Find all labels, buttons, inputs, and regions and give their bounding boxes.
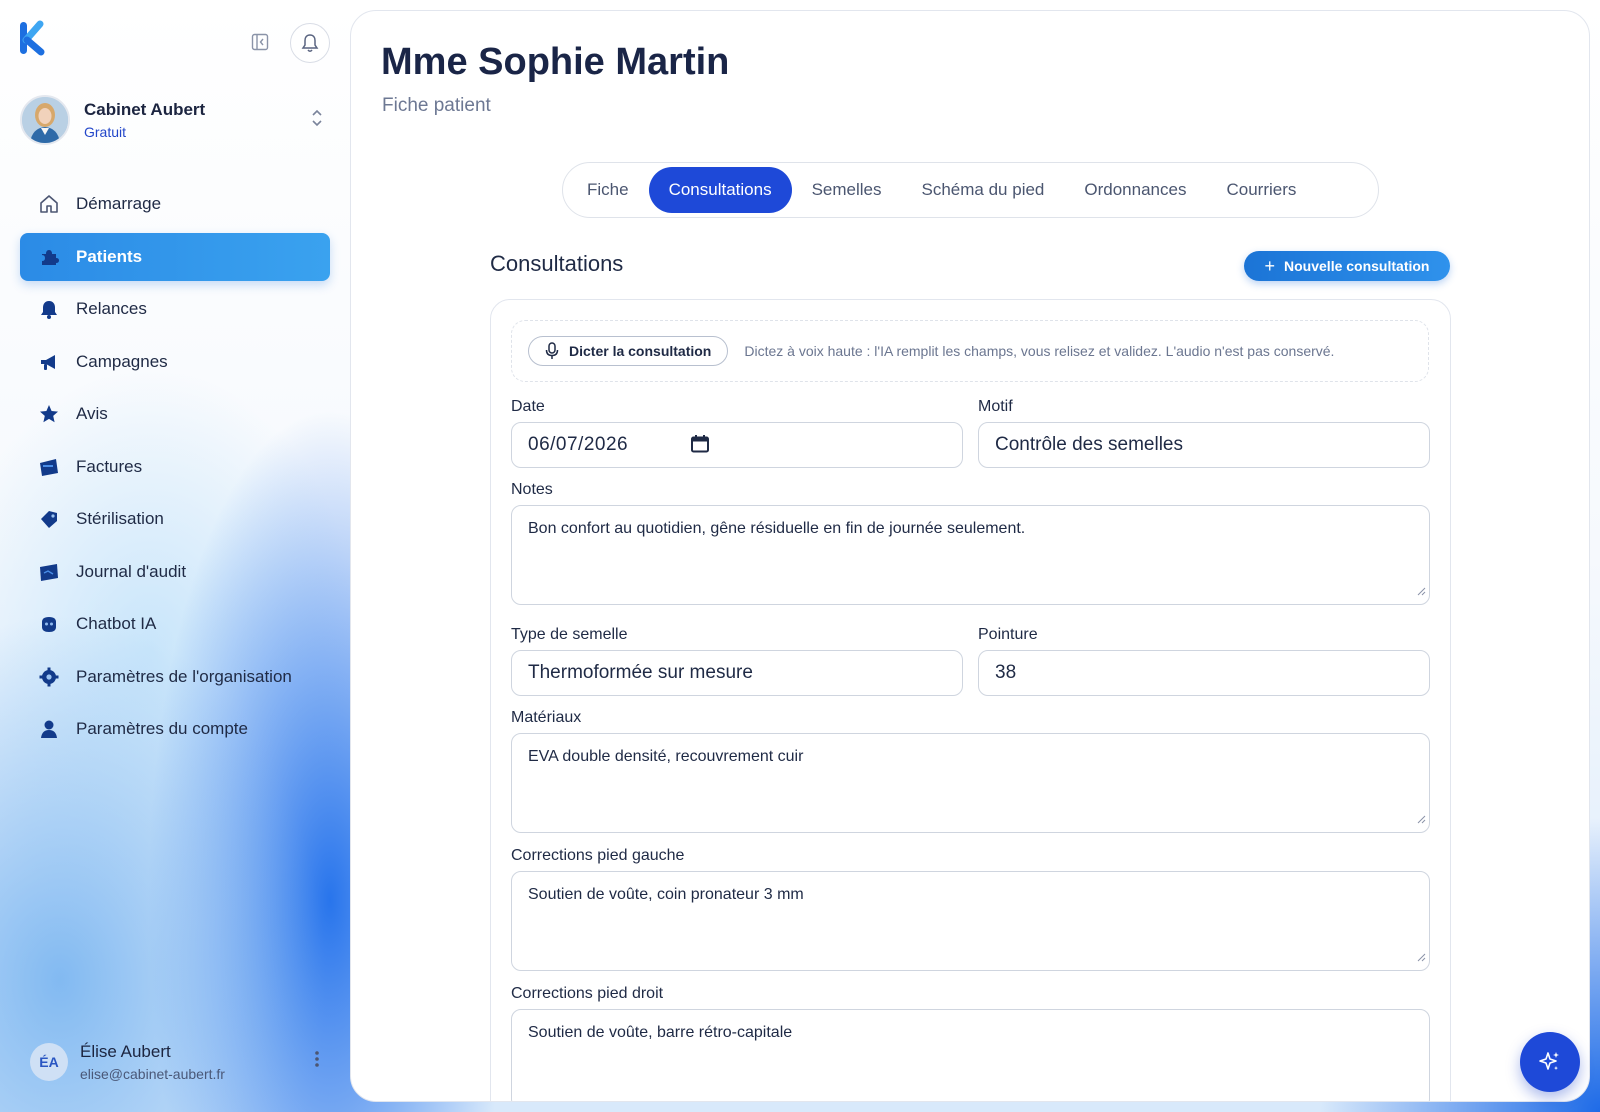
tab-semelles[interactable]: Semelles	[792, 167, 902, 213]
corrections-gauche-value: Soutien de voûte, coin pronateur 3 mm	[528, 886, 804, 903]
bot-icon	[38, 613, 60, 635]
motif-value: Contrôle des semelles	[995, 434, 1183, 455]
sidebar-item-factures[interactable]: Factures	[20, 443, 330, 491]
patient-tabs: Fiche Consultations Semelles Schéma du p…	[562, 162, 1379, 218]
tab-ordonnances[interactable]: Ordonnances	[1064, 167, 1206, 213]
date-label: Date	[511, 398, 545, 415]
corrections-droit-label: Corrections pied droit	[511, 985, 664, 1002]
semelle-type-field[interactable]: Thermoformée sur mesure	[511, 650, 963, 696]
consultation-form-card: Dicter la consultation Dictez à voix hau…	[490, 299, 1451, 1101]
sidebar-item-relances[interactable]: Relances	[20, 285, 330, 333]
corrections-gauche-textarea[interactable]: Soutien de voûte, coin pronateur 3 mm	[511, 871, 1430, 971]
corrections-gauche-label: Corrections pied gauche	[511, 847, 685, 864]
user-email: elise@cabinet-aubert.fr	[80, 1066, 225, 1082]
tab-fiche[interactable]: Fiche	[567, 167, 649, 213]
app-logo[interactable]	[18, 20, 48, 56]
semelle-type-value: Thermoformée sur mesure	[528, 662, 753, 683]
star-icon	[38, 403, 60, 425]
dictate-hint: Dictez à voix haute : l'IA remplit les c…	[744, 343, 1335, 359]
page-title: Mme Sophie Martin	[381, 41, 730, 83]
pointure-field[interactable]: 38	[978, 650, 1430, 696]
notes-textarea[interactable]: Bon confort au quotidien, gêne résiduell…	[511, 505, 1430, 605]
section-title: Consultations	[490, 251, 624, 276]
collapse-sidebar-icon[interactable]	[248, 30, 272, 54]
pointure-label: Pointure	[978, 626, 1038, 643]
sparkle-icon	[1539, 1052, 1559, 1070]
dictation-panel: Dicter la consultation Dictez à voix hau…	[511, 320, 1429, 382]
megaphone-icon	[38, 351, 60, 373]
sidebar-nav: Démarrage Patients Relances Campagnes Av…	[20, 180, 330, 758]
ai-assistant-button[interactable]	[1520, 1032, 1580, 1092]
motif-field[interactable]: Contrôle des semelles	[978, 422, 1430, 468]
new-consultation-button[interactable]: + Nouvelle consultation	[1244, 251, 1450, 281]
microphone-icon	[545, 342, 559, 360]
calendar-icon[interactable]	[690, 434, 710, 460]
home-icon	[38, 193, 60, 215]
chevron-updown-icon	[310, 108, 324, 133]
more-vertical-icon[interactable]	[314, 1050, 320, 1073]
sidebar-item-demarrage[interactable]: Démarrage	[20, 180, 330, 228]
sidebar-item-label: Patients	[76, 246, 143, 266]
sidebar-item-label: Paramètres du compte	[76, 719, 248, 738]
sidebar-item-account-settings[interactable]: Paramètres du compte	[20, 705, 330, 753]
main-panel: Mme Sophie Martin Fiche patient Fiche Co…	[350, 10, 1590, 1102]
sidebar-item-label: Démarrage	[76, 194, 162, 213]
sidebar-item-label: Stérilisation	[76, 509, 164, 528]
sidebar-item-label: Relances	[76, 299, 147, 318]
page-subtitle: Fiche patient	[382, 95, 491, 116]
organization-avatar	[20, 95, 70, 145]
date-value: 06/07/2026	[528, 434, 629, 455]
materiaux-label: Matériaux	[511, 709, 582, 726]
user-icon	[38, 718, 60, 740]
organization-name: Cabinet Aubert	[84, 100, 206, 119]
sidebar-item-org-settings[interactable]: Paramètres de l'organisation	[20, 653, 330, 701]
materiaux-textarea[interactable]: EVA double densité, recouvrement cuir	[511, 733, 1430, 833]
new-consultation-label: Nouvelle consultation	[1284, 258, 1430, 274]
resize-grip-icon[interactable]	[1416, 583, 1426, 601]
sidebar-item-chatbot[interactable]: Chatbot IA	[20, 600, 330, 648]
bell-outline-icon	[301, 34, 319, 52]
sidebar-item-label: Journal d'audit	[76, 561, 187, 581]
notes-value: Bon confort au quotidien, gêne résiduell…	[528, 520, 1026, 537]
tab-schema-pied[interactable]: Schéma du pied	[902, 167, 1065, 213]
user-name: Élise Aubert	[80, 1042, 171, 1061]
notes-label: Notes	[511, 481, 553, 498]
resize-grip-icon[interactable]	[1416, 949, 1426, 967]
current-user[interactable]: ÉA Élise Aubert elise@cabinet-aubert.fr	[30, 1040, 330, 1084]
dictate-button-label: Dicter la consultation	[569, 343, 712, 359]
puzzle-icon	[38, 246, 60, 268]
journal-icon	[38, 561, 60, 583]
sidebar: Cabinet Aubert Gratuit Démarrage Patient…	[0, 0, 350, 1112]
user-avatar: ÉA	[30, 1043, 68, 1081]
sidebar-item-sterilisation[interactable]: Stérilisation	[20, 495, 330, 543]
pointure-value: 38	[995, 662, 1017, 683]
sidebar-item-label: Avis	[76, 404, 108, 423]
tab-courriers[interactable]: Courriers	[1206, 167, 1316, 213]
notifications-button[interactable]	[290, 23, 330, 63]
tab-consultations[interactable]: Consultations	[648, 167, 792, 213]
sidebar-item-campagnes[interactable]: Campagnes	[20, 338, 330, 386]
sidebar-item-label: Chatbot IA	[76, 614, 157, 633]
corrections-droit-textarea[interactable]: Soutien de voûte, barre rétro-capitale	[511, 1009, 1430, 1101]
plus-icon: +	[1264, 256, 1276, 276]
sidebar-item-avis[interactable]: Avis	[20, 390, 330, 438]
wallet-icon	[38, 456, 60, 478]
corrections-droit-value: Soutien de voûte, barre rétro-capitale	[528, 1024, 793, 1041]
sidebar-item-patients[interactable]: Patients	[20, 232, 330, 281]
resize-grip-icon[interactable]	[1416, 811, 1426, 829]
organization-plan: Gratuit	[84, 124, 127, 140]
sidebar-item-label: Paramètres de l'organisation	[76, 666, 292, 686]
organization-switcher[interactable]: Cabinet Aubert Gratuit	[20, 94, 334, 146]
gear-icon	[38, 666, 60, 688]
materiaux-value: EVA double densité, recouvrement cuir	[528, 748, 804, 765]
semelle-type-label: Type de semelle	[511, 626, 628, 643]
dictate-button[interactable]: Dicter la consultation	[528, 336, 729, 366]
bell-icon	[38, 298, 60, 320]
sidebar-item-journal-audit[interactable]: Journal d'audit	[20, 548, 330, 596]
tag-icon	[38, 508, 60, 530]
sidebar-item-label: Campagnes	[76, 351, 168, 371]
date-field[interactable]: 06/07/2026	[511, 422, 963, 468]
motif-label: Motif	[978, 398, 1013, 415]
sidebar-item-label: Factures	[76, 456, 143, 476]
